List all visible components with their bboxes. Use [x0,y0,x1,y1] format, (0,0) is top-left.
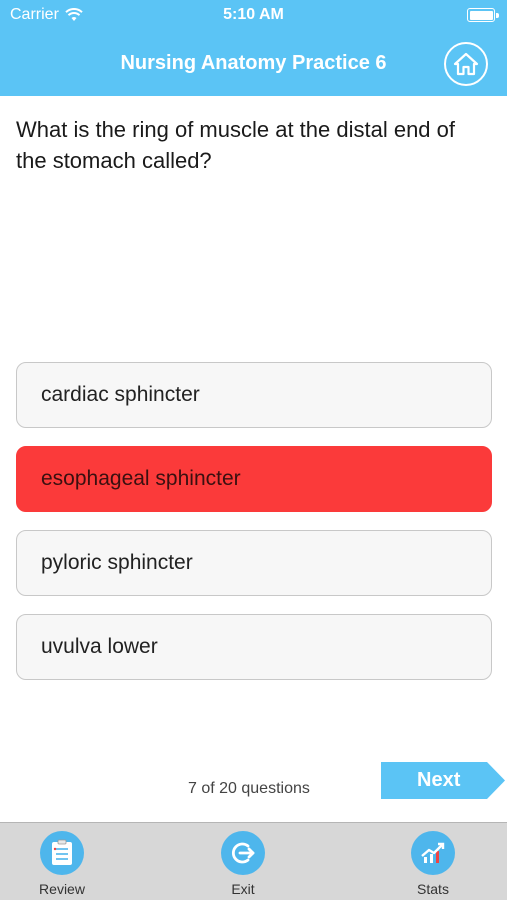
tab-stats-label: Stats [417,881,449,897]
page-title: Nursing Anatomy Practice 6 [120,52,387,74]
tab-review-label: Review [39,881,85,897]
home-icon [453,52,479,76]
tab-bar: Review Exit Stats [0,822,507,900]
tab-exit-label: Exit [231,881,255,897]
app-header: Carrier 5:10 AM Nursing Anatomy Practice… [0,0,507,96]
answer-option-1[interactable]: cardiac sphincter [16,362,492,428]
status-bar: Carrier 5:10 AM [0,0,507,30]
answer-option-4[interactable]: uvulva lower [16,614,492,680]
next-button-label: Next [417,769,461,791]
exit-icon [221,831,265,875]
answer-option-3[interactable]: pyloric sphincter [16,530,492,596]
answer-option-2[interactable]: esophageal sphincter [16,446,492,512]
review-icon [40,831,84,875]
answer-list: cardiac sphincter esophageal sphincter p… [16,362,492,698]
progress-text: 7 of 20 questions [188,780,310,797]
next-button[interactable]: Next [381,762,505,799]
question-text: What is the ring of muscle at the distal… [16,117,456,173]
tab-exit[interactable]: Exit [203,831,283,897]
stats-icon [411,831,455,875]
home-button[interactable] [444,42,488,86]
tab-review[interactable]: Review [22,831,102,897]
status-time: 5:10 AM [223,6,284,23]
battery-icon [467,8,499,22]
tab-stats[interactable]: Stats [393,831,473,897]
